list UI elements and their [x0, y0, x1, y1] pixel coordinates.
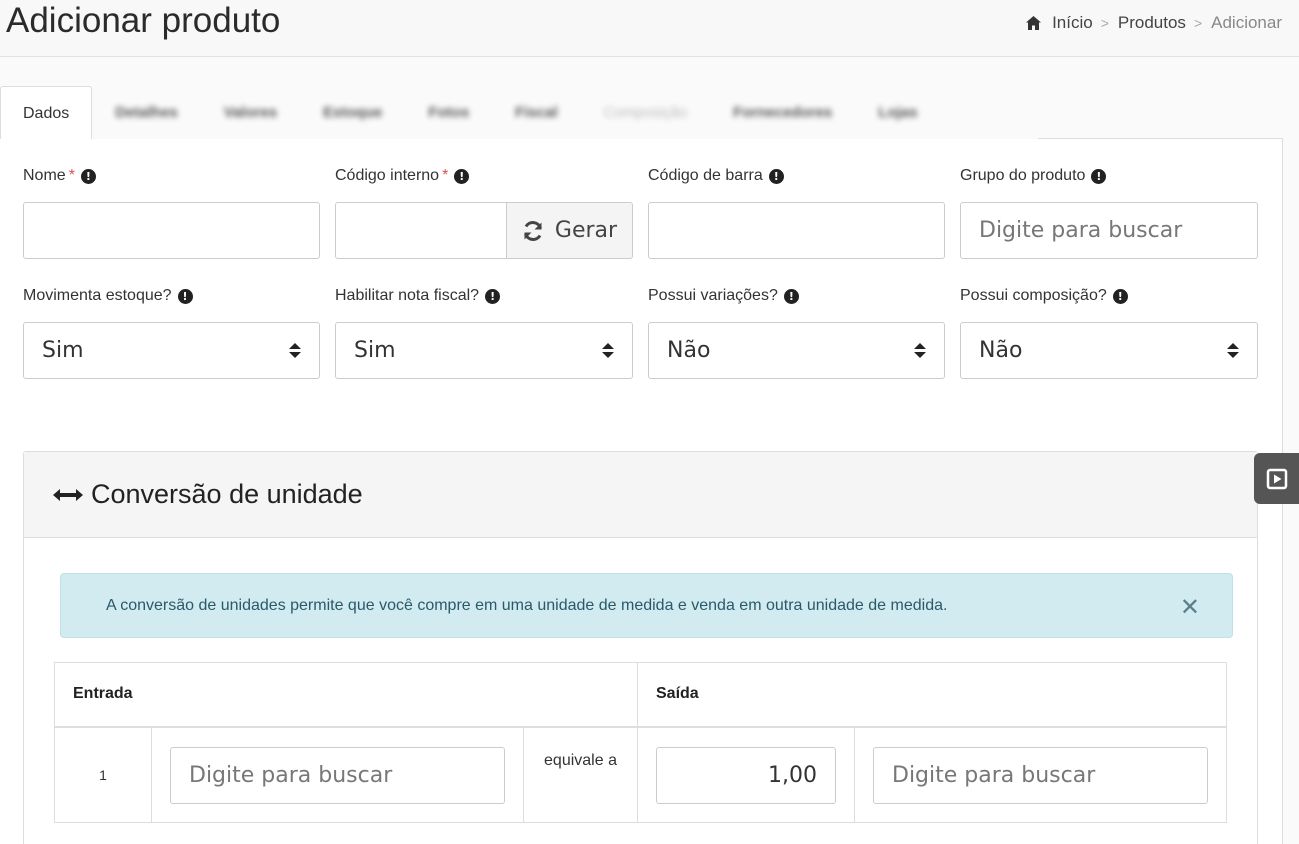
- tab-estoque[interactable]: Estoque: [300, 86, 405, 140]
- alert-text: A conversão de unidades permite que você…: [106, 596, 948, 614]
- breadcrumb-products-link[interactable]: Produtos: [1118, 13, 1186, 33]
- composicao-label-text: Possui composição?: [960, 287, 1107, 304]
- tab-lojas[interactable]: Lojas: [855, 86, 940, 140]
- select-arrows-icon: [289, 343, 301, 358]
- arrows-horizontal-icon: [53, 488, 83, 501]
- tab-content-dados: Nome *! Código interno *! Código de barra!…: [0, 139, 1283, 844]
- page: Adicionar produto Início > Produtos > Ad…: [0, 0, 1299, 844]
- nota-fiscal-label-text: Habilitar nota fiscal?: [335, 287, 480, 304]
- saida-header: Saída: [637, 662, 1227, 728]
- breadcrumb: Início > Produtos > Adicionar: [1025, 13, 1282, 33]
- home-icon: [1026, 16, 1042, 30]
- variacoes-label: Possui variações?!: [648, 287, 799, 305]
- grupo-search-input[interactable]: Digite para buscar: [960, 202, 1258, 259]
- composicao-select[interactable]: Não: [960, 322, 1258, 379]
- unit-out-search-input[interactable]: Digite para buscar: [873, 746, 1208, 804]
- tab-detalhes[interactable]: Detalhes: [92, 86, 201, 140]
- tab-fotos[interactable]: Fotos: [405, 86, 492, 140]
- movimenta-estoque-label: Movimenta estoque?!: [23, 287, 193, 305]
- breadcrumb-separator: >: [1100, 15, 1109, 31]
- tab-bar: Dados Detalhes Valores Estoque Fotos Fis…: [0, 86, 940, 140]
- movimenta-estoque-select[interactable]: Sim: [23, 322, 320, 379]
- info-icon[interactable]: !: [80, 168, 96, 184]
- gerar-button-label: Gerar: [554, 218, 618, 243]
- tab-fiscal[interactable]: Fiscal: [492, 86, 581, 140]
- tab-dados[interactable]: Dados: [0, 86, 93, 140]
- conversion-info-alert: A conversão de unidades permite que você…: [60, 573, 1233, 638]
- movimenta-estoque-value: Sim: [42, 338, 84, 363]
- nome-input[interactable]: [23, 202, 320, 259]
- codigo-barra-label-text: Código de barra: [648, 167, 763, 184]
- variacoes-label-text: Possui variações?: [648, 287, 778, 304]
- unit-in-cell: Digite para buscar: [151, 726, 524, 823]
- composicao-label: Possui composição?!: [960, 287, 1128, 305]
- breadcrumb-separator: >: [1193, 15, 1203, 31]
- grupo-label: Grupo do produto!: [960, 167, 1107, 185]
- table-header-row: Entrada Saída: [54, 662, 1227, 728]
- page-title: Adicionar produto: [6, 1, 281, 40]
- tab-fornecedores[interactable]: Fornecedores: [710, 86, 855, 140]
- page-header: Adicionar produto Início > Produtos > Ad…: [0, 0, 1299, 57]
- tab-composicao: Composição: [603, 104, 688, 121]
- info-icon[interactable]: !: [768, 168, 784, 184]
- info-icon[interactable]: !: [454, 168, 470, 184]
- nota-fiscal-select[interactable]: Sim: [335, 322, 633, 379]
- nota-fiscal-value: Sim: [354, 338, 396, 363]
- unit-out-cell: Digite para buscar: [854, 726, 1227, 823]
- breadcrumb-current: Adicionar: [1211, 13, 1282, 32]
- codigo-interno-label: Código interno *!: [335, 167, 470, 185]
- variacoes-value: Não: [667, 338, 711, 363]
- codigo-barra-input[interactable]: [648, 202, 945, 259]
- select-arrows-icon: [602, 343, 614, 358]
- table-row: 1 Digite para buscar equivale a 1,00 Dig…: [54, 726, 1227, 823]
- required-marker: *: [68, 167, 75, 184]
- breadcrumb-home-link[interactable]: Início: [1052, 13, 1093, 33]
- info-icon[interactable]: !: [783, 288, 799, 304]
- required-marker: *: [442, 167, 449, 184]
- conversion-title: Conversão de unidade: [53, 479, 363, 510]
- conversion-title-text: Conversão de unidade: [91, 479, 363, 509]
- refresh-icon: [523, 220, 542, 241]
- side-panel-toggle[interactable]: [1254, 453, 1299, 504]
- nome-label-text: Nome: [23, 167, 66, 184]
- conversion-table: Entrada Saída 1 Digite para buscar equiv…: [54, 662, 1227, 823]
- info-icon[interactable]: !: [1112, 288, 1128, 304]
- info-icon[interactable]: !: [485, 288, 501, 304]
- qty-out-cell: 1,00: [637, 726, 855, 823]
- select-arrows-icon: [1227, 343, 1239, 358]
- nome-label: Nome *!: [23, 167, 96, 185]
- info-icon[interactable]: !: [177, 288, 193, 304]
- close-icon[interactable]: ✕: [1180, 595, 1200, 619]
- tab-valores[interactable]: Valores: [201, 86, 300, 140]
- movimenta-estoque-label-text: Movimenta estoque?: [23, 287, 172, 304]
- select-arrows-icon: [914, 343, 926, 358]
- composicao-value: Não: [979, 338, 1023, 363]
- codigo-interno-input[interactable]: [335, 202, 507, 259]
- grupo-label-text: Grupo do produto: [960, 167, 1086, 184]
- variacoes-select[interactable]: Não: [648, 322, 945, 379]
- qty-out-input[interactable]: 1,00: [656, 746, 836, 804]
- nota-fiscal-label: Habilitar nota fiscal?!: [335, 287, 501, 305]
- conversion-box: Conversão de unidade A conversão de unid…: [23, 451, 1258, 844]
- gerar-button[interactable]: Gerar: [506, 202, 633, 259]
- conversion-box-header: Conversão de unidade: [24, 452, 1257, 538]
- play-square-icon: [1266, 468, 1287, 489]
- qty-in-cell: 1: [54, 726, 152, 823]
- unit-in-search-input[interactable]: Digite para buscar: [170, 746, 505, 804]
- codigo-barra-label: Código de barra!: [648, 167, 784, 185]
- info-icon[interactable]: !: [1091, 168, 1107, 184]
- codigo-interno-label-text: Código interno: [335, 167, 440, 184]
- equivale-cell: equivale a: [523, 726, 638, 823]
- entrada-header: Entrada: [54, 662, 638, 728]
